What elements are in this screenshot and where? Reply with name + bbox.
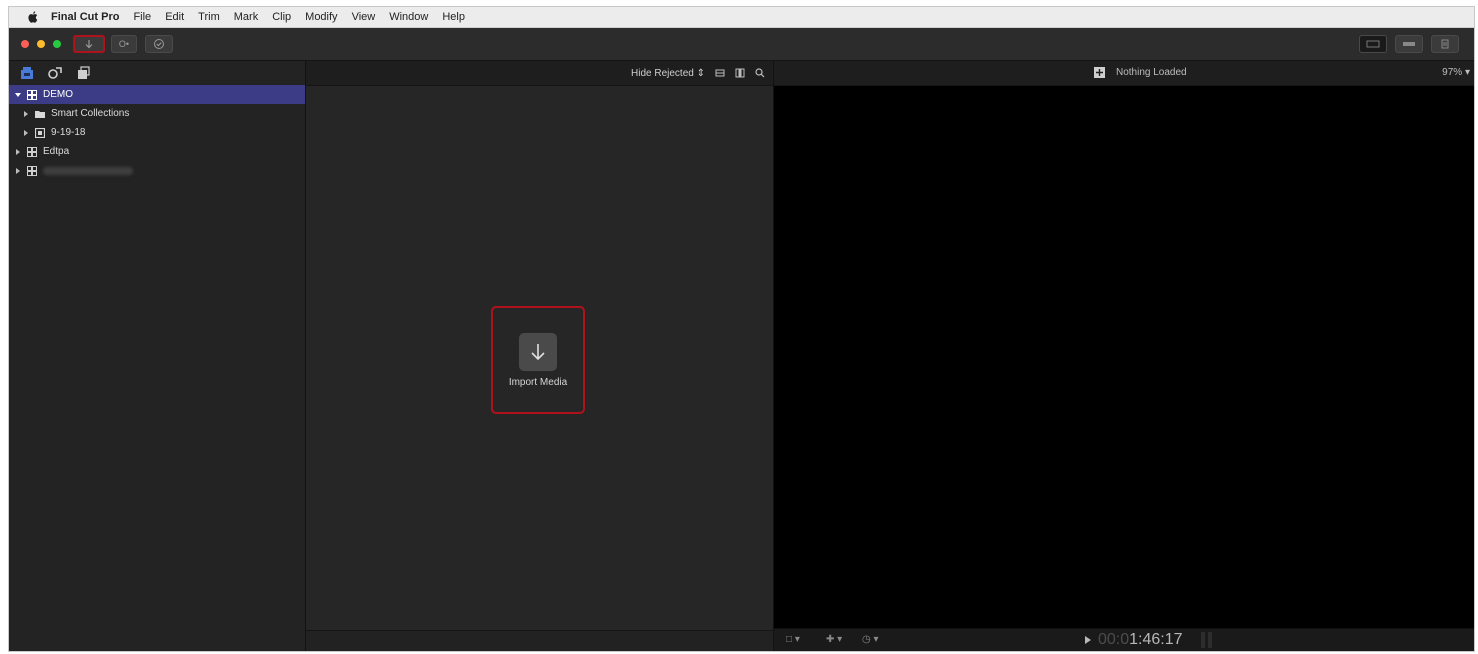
disclosure-closed-icon[interactable]	[23, 129, 29, 136]
library-icon	[27, 146, 37, 157]
disclosure-closed-icon[interactable]	[23, 110, 29, 117]
minimize-button[interactable]	[37, 40, 45, 48]
zoom-button[interactable]	[53, 40, 61, 48]
timecode-value: 1:46:17	[1129, 631, 1183, 648]
browser-header: Hide Rejected ⇕	[306, 61, 773, 86]
menu-edit[interactable]: Edit	[165, 11, 184, 23]
checkmark-circle-icon	[154, 39, 164, 49]
browser-toggle-button[interactable]	[1359, 35, 1387, 53]
menu-clip[interactable]: Clip	[272, 11, 291, 23]
close-button[interactable]	[21, 40, 29, 48]
redacted-library-name	[43, 166, 133, 175]
timeline-layout-icon	[1403, 42, 1415, 46]
menu-bar: Final Cut Pro File Edit Trim Mark Clip M…	[9, 7, 1474, 28]
titles-generators-tab-icon[interactable]	[75, 66, 91, 80]
app-window: Final Cut Pro File Edit Trim Mark Clip M…	[8, 6, 1475, 652]
zoom-popup[interactable]: 97% ▾	[1442, 67, 1470, 78]
download-arrow-icon	[531, 343, 545, 360]
browser-layout-icon	[1366, 40, 1380, 48]
folder-icon	[35, 110, 45, 118]
library-label: Edtpa	[43, 146, 70, 157]
audio-meter	[1200, 632, 1205, 648]
sidebar-tabs	[9, 61, 305, 85]
background-tasks-button[interactable]	[145, 35, 173, 53]
zoom-value: 97%	[1442, 67, 1463, 78]
import-media-label: Import Media	[508, 376, 568, 388]
clip-appearance-icon[interactable]	[715, 68, 725, 78]
library-row-edtpa[interactable]: Edtpa	[9, 142, 305, 161]
keyword-icon: O•	[118, 39, 130, 49]
filter-popup[interactable]: Hide Rejected ⇕	[631, 68, 705, 79]
transform-popup[interactable]: ✚ ▾	[826, 634, 842, 645]
sidebar-item-label: Smart Collections	[51, 108, 130, 119]
audio-meter	[1207, 632, 1212, 648]
inspector-toggle-button[interactable]	[1431, 35, 1459, 53]
sidebar-item-smart-collections[interactable]: Smart Collections	[9, 104, 305, 123]
add-icon[interactable]	[1094, 67, 1105, 78]
timeline-toggle-button[interactable]	[1395, 35, 1423, 53]
viewer-status: Nothing Loaded	[1116, 67, 1187, 78]
browser-footer	[306, 630, 773, 651]
viewer-pane: Nothing Loaded 97% ▾ □ ▾ ✚ ▾ ◷ ▾ 00:0 1:…	[774, 61, 1474, 651]
apple-icon[interactable]	[27, 11, 39, 23]
toolbar: O•	[9, 28, 1474, 61]
menu-modify[interactable]: Modify	[305, 11, 337, 23]
import-button[interactable]	[73, 35, 105, 53]
viewer-header: Nothing Loaded 97% ▾	[774, 61, 1474, 86]
browser-pane: Hide Rejected ⇕ Import Media	[306, 61, 774, 651]
libraries-sidebar: DEMO Smart Collections 9-19-18 Edtpa	[9, 61, 306, 651]
filmstrip-icon[interactable]	[735, 68, 745, 78]
speed-popup[interactable]: ◷ ▾	[862, 634, 879, 645]
menu-mark[interactable]: Mark	[234, 11, 258, 23]
disclosure-closed-icon[interactable]	[15, 148, 21, 155]
menu-view[interactable]: View	[352, 11, 376, 23]
menu-app-name[interactable]: Final Cut Pro	[51, 11, 119, 23]
import-media-icon-tile	[519, 332, 557, 371]
inspector-layout-icon	[1441, 39, 1449, 49]
library-icon	[27, 165, 37, 176]
library-row-redacted[interactable]	[9, 161, 305, 180]
library-label: DEMO	[43, 89, 73, 100]
library-row-demo[interactable]: DEMO	[9, 85, 305, 104]
timecode-leading: 00:0	[1098, 631, 1130, 648]
menu-file[interactable]: File	[133, 11, 151, 23]
libraries-tab-icon[interactable]	[19, 66, 35, 80]
keyword-button[interactable]: O•	[111, 35, 137, 53]
disclosure-open-icon[interactable]	[15, 92, 21, 98]
event-icon	[35, 127, 45, 138]
search-icon[interactable]	[755, 68, 765, 78]
disclosure-closed-icon[interactable]	[15, 167, 21, 174]
menu-trim[interactable]: Trim	[198, 11, 220, 23]
download-arrow-icon	[85, 40, 93, 49]
play-icon[interactable]	[1084, 636, 1092, 644]
view-options-popup[interactable]: □ ▾	[786, 634, 800, 645]
filter-label: Hide Rejected	[631, 67, 694, 79]
sidebar-item-label: 9-19-18	[51, 127, 86, 138]
import-media-button[interactable]: Import Media	[491, 306, 585, 414]
timecode-display: 00:0 1:46:17	[1084, 629, 1212, 651]
menu-help[interactable]: Help	[442, 11, 465, 23]
photos-audio-tab-icon[interactable]	[47, 66, 63, 80]
library-icon	[27, 89, 37, 100]
menu-window[interactable]: Window	[389, 11, 428, 23]
sidebar-item-event[interactable]: 9-19-18	[9, 123, 305, 142]
viewer-footer: □ ▾ ✚ ▾ ◷ ▾ 00:0 1:46:17	[774, 628, 1474, 651]
